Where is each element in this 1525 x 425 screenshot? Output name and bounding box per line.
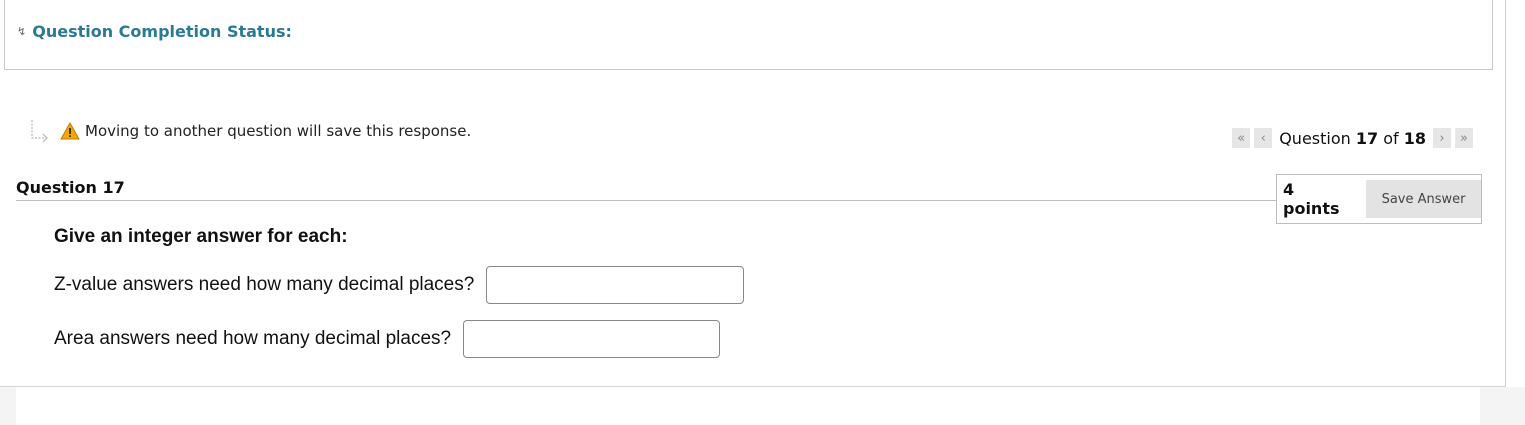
completion-status-panel: ↯ Question Completion Status:: [4, 0, 1493, 70]
warning-icon: [60, 122, 80, 140]
double-chevron-down-icon: ↯: [17, 25, 27, 38]
content-card: [16, 387, 1480, 425]
save-notice-text: Moving to another question will save thi…: [85, 122, 472, 140]
save-notice: Moving to another question will save thi…: [28, 118, 471, 144]
previous-question-button[interactable]: ‹: [1254, 128, 1273, 148]
next-question-button[interactable]: ›: [1433, 128, 1451, 148]
return-arrow-icon: [31, 120, 48, 143]
save-answer-button[interactable]: Save Answer: [1366, 180, 1481, 218]
last-question-button[interactable]: »: [1455, 128, 1473, 148]
completion-status-toggle[interactable]: ↯ Question Completion Status:: [17, 22, 292, 41]
answer-row-z-value: Z-value answers need how many decimal pl…: [54, 266, 745, 304]
z-value-decimal-input[interactable]: [486, 266, 745, 304]
answer-label-z-value: Z-value answers need how many decimal pl…: [54, 274, 475, 295]
answer-label-area: Area answers need how many decimal place…: [54, 328, 452, 349]
question-body: Give an integer answer for each: Z-value…: [54, 226, 745, 374]
page-gutter: [1480, 387, 1525, 425]
current-question-number: 17: [1355, 128, 1379, 148]
total-question-count: 18: [1403, 128, 1426, 148]
points-value: 4 points: [1283, 180, 1340, 218]
area-decimal-input[interactable]: [463, 320, 721, 358]
question-title: Question 17: [16, 178, 125, 197]
question-position: Question 17 of 18: [1279, 129, 1426, 148]
page-gutter-left: [0, 387, 16, 425]
question-navigator: « ‹ Question 17 of 18 › »: [1232, 128, 1473, 148]
question-position-of: of: [1383, 128, 1399, 148]
question-position-prefix: Question: [1279, 128, 1351, 148]
points-panel: 4 points Save Answer: [1276, 174, 1482, 224]
completion-status-label: Question Completion Status:: [32, 22, 292, 41]
first-question-button[interactable]: «: [1232, 128, 1251, 148]
answer-row-area: Area answers need how many decimal place…: [54, 320, 744, 358]
question-divider: [16, 200, 1276, 201]
question-prompt: Give an integer answer for each:: [54, 226, 348, 247]
frame-border-right: [1505, 0, 1506, 387]
